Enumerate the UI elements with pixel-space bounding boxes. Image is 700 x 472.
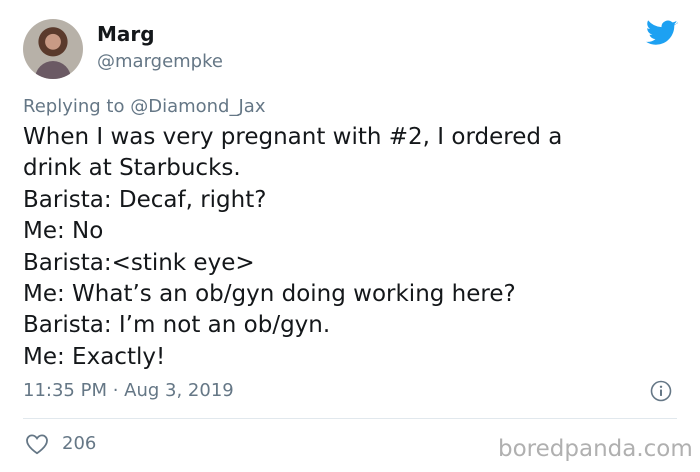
- reply-to-link[interactable]: @Diamond_Jax: [130, 96, 265, 117]
- tweet-line: Barista:<stink eye>: [23, 249, 255, 276]
- divider: [23, 418, 677, 419]
- avatar[interactable]: [23, 19, 83, 79]
- avatar-figure: [35, 61, 71, 79]
- tweet-line: Barista: I’m not an ob/gyn.: [23, 312, 331, 339]
- author-handle[interactable]: @margempke: [97, 51, 223, 72]
- tweet-time: 11:35 PM: [23, 380, 107, 401]
- like-count: 206: [62, 433, 97, 454]
- meta-separator: ·: [106, 380, 125, 401]
- heart-outline-icon[interactable]: [25, 433, 49, 455]
- tweet-line: Me: Exactly!: [23, 343, 166, 370]
- info-icon[interactable]: [650, 380, 672, 402]
- tweet-date: Aug 3, 2019: [124, 380, 234, 401]
- tweet-line: Barista: Decaf, right?: [23, 186, 267, 213]
- watermark: boredpanda.com: [498, 436, 693, 462]
- reply-prefix: Replying to: [23, 96, 131, 117]
- tweet-timestamp[interactable]: 11:35 PM · Aug 3, 2019: [23, 380, 234, 401]
- tweet-line: Me: No: [23, 218, 104, 245]
- author-name[interactable]: Marg: [97, 22, 155, 46]
- tweet-line: Me: What’s an ob/gyn doing working here?: [23, 281, 516, 308]
- reply-context: Replying to @Diamond_Jax: [23, 96, 265, 117]
- tweet-line: When I was very pregnant with #2, I orde…: [23, 124, 563, 150]
- tweet-line: drink at Starbucks.: [23, 155, 241, 182]
- twitter-bird-icon[interactable]: [646, 20, 678, 47]
- tweet-text: When I was very pregnant with #2, I orde…: [23, 122, 683, 373]
